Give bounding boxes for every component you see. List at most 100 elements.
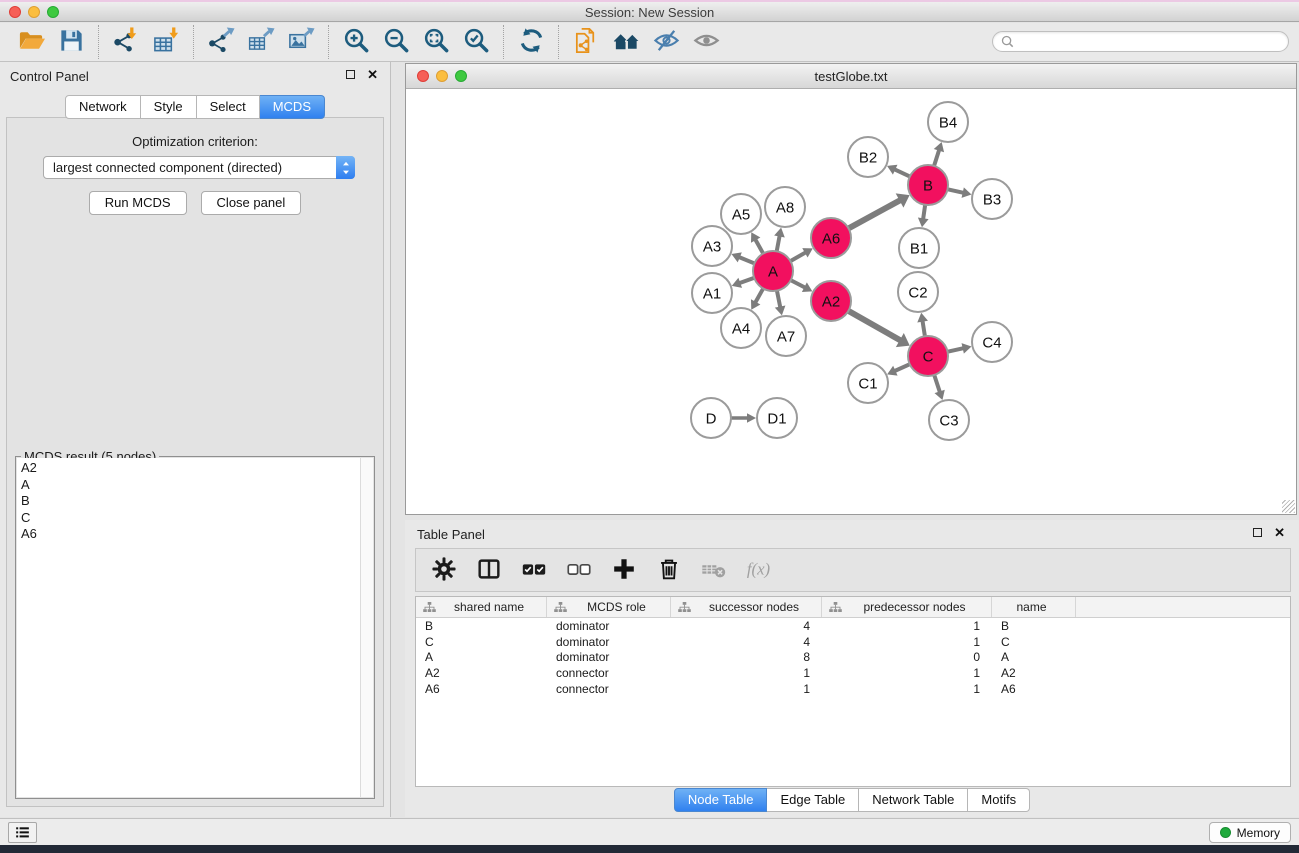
tab-select[interactable]: Select bbox=[197, 95, 260, 119]
resize-grip[interactable] bbox=[1282, 500, 1295, 513]
mcds-result-item[interactable]: A2 bbox=[21, 460, 373, 477]
graph-node-label: B2 bbox=[859, 149, 877, 166]
delete-column-button[interactable] bbox=[654, 555, 684, 585]
search-field[interactable] bbox=[992, 31, 1289, 52]
zoom-in-button[interactable] bbox=[336, 25, 376, 59]
criterion-value: largest connected component (directed) bbox=[44, 160, 336, 175]
table-row[interactable]: A2connector11A2 bbox=[416, 665, 1290, 681]
equation-builder-button: f(x) bbox=[744, 555, 774, 585]
toolbar-group bbox=[98, 25, 193, 59]
edge-A-A8[interactable] bbox=[777, 235, 780, 253]
mcds-result-list[interactable]: A2ABCA6 bbox=[17, 458, 373, 797]
zoom-fit-button[interactable] bbox=[416, 25, 456, 59]
network-canvas[interactable]: AA1A2A3A4A5A6A7A8BB1B2B3B4CC1C2C3C4DD1 bbox=[406, 89, 1296, 514]
edge-B-B4[interactable] bbox=[934, 149, 940, 167]
memory-button[interactable]: Memory bbox=[1209, 822, 1291, 843]
column-header-name[interactable]: name bbox=[992, 597, 1076, 617]
close-panel-button[interactable]: Close panel bbox=[201, 191, 302, 215]
table-row[interactable]: A6connector11A6 bbox=[416, 681, 1290, 697]
float-panel-icon[interactable] bbox=[346, 70, 355, 79]
column-header-successor-nodes[interactable]: successor nodes bbox=[671, 597, 822, 617]
edge-B-B1[interactable] bbox=[923, 204, 925, 220]
run-mcds-button[interactable]: Run MCDS bbox=[89, 191, 187, 215]
edge-C-C2[interactable] bbox=[922, 320, 925, 338]
tab-node-table[interactable]: Node Table bbox=[674, 788, 768, 812]
close-table-panel-icon[interactable]: ✕ bbox=[1274, 528, 1285, 537]
table-row[interactable]: Bdominator41B bbox=[416, 618, 1290, 634]
table-cell: A bbox=[416, 650, 547, 664]
tab-mcds[interactable]: MCDS bbox=[260, 95, 325, 119]
import-network-button[interactable] bbox=[106, 25, 146, 59]
edge-A-A7[interactable] bbox=[777, 290, 781, 309]
column-header-predecessor-nodes[interactable]: predecessor nodes bbox=[822, 597, 992, 617]
select-all-checkboxes-button[interactable] bbox=[519, 555, 549, 585]
network-from-file-icon bbox=[572, 26, 601, 58]
split-panel-button[interactable] bbox=[474, 555, 504, 585]
close-panel-icon[interactable]: ✕ bbox=[367, 70, 378, 79]
table-panel: Table Panel ✕ f(x) shared nameMCDS roles… bbox=[405, 520, 1299, 817]
zoom-out-button[interactable] bbox=[376, 25, 416, 59]
home-button[interactable] bbox=[606, 25, 646, 59]
export-image-button[interactable] bbox=[281, 25, 321, 59]
edge-C-C4[interactable] bbox=[947, 348, 965, 352]
home-icon bbox=[612, 26, 641, 58]
edge-A2-C[interactable] bbox=[848, 310, 902, 341]
search-input[interactable] bbox=[1018, 34, 1280, 49]
mcds-result-item[interactable]: B bbox=[21, 493, 373, 510]
scrollbar-track[interactable] bbox=[360, 458, 373, 797]
edge-A-A1[interactable] bbox=[738, 277, 755, 283]
mcds-result-item[interactable]: A6 bbox=[21, 526, 373, 543]
float-table-panel-icon[interactable] bbox=[1253, 528, 1262, 537]
edge-A-A2[interactable] bbox=[790, 280, 806, 288]
zoom-selected-button[interactable] bbox=[456, 25, 496, 59]
edge-C-C1[interactable] bbox=[894, 364, 911, 372]
hide-details-button[interactable] bbox=[646, 25, 686, 59]
show-details-button[interactable] bbox=[686, 25, 726, 59]
network-window-titlebar[interactable]: testGlobe.txt bbox=[406, 64, 1296, 89]
open-file-button[interactable] bbox=[11, 25, 51, 59]
edge-A-A3[interactable] bbox=[738, 257, 756, 264]
graph-node-label: A1 bbox=[703, 285, 721, 302]
import-network-icon bbox=[112, 26, 141, 58]
table-row[interactable]: Adominator80A bbox=[416, 650, 1290, 666]
network-from-file-button[interactable] bbox=[566, 25, 606, 59]
control-panel-tabs: NetworkStyleSelectMCDS bbox=[0, 95, 390, 119]
edge-B-B3[interactable] bbox=[947, 189, 965, 193]
graph-node-label: B3 bbox=[983, 191, 1001, 208]
add-column-button[interactable] bbox=[609, 555, 639, 585]
refresh-button[interactable] bbox=[511, 25, 551, 59]
edge-A6-B[interactable] bbox=[848, 200, 902, 229]
save-button[interactable] bbox=[51, 25, 91, 59]
column-header-mcds-role[interactable]: MCDS role bbox=[547, 597, 671, 617]
export-table-button[interactable] bbox=[241, 25, 281, 59]
tab-motifs[interactable]: Motifs bbox=[968, 788, 1030, 812]
table-cell: A2 bbox=[992, 666, 1076, 680]
table-cell: connector bbox=[547, 666, 671, 680]
network-view-window: testGlobe.txt AA1A2A3A4A5A6A7A8BB1B2B3B4… bbox=[405, 63, 1297, 515]
table-cell: connector bbox=[547, 682, 671, 696]
edge-A-A4[interactable] bbox=[755, 288, 764, 304]
edge-A-A5[interactable] bbox=[755, 238, 764, 254]
edge-C-C3[interactable] bbox=[934, 374, 940, 393]
edge-B-B2[interactable] bbox=[893, 169, 910, 177]
export-network-button[interactable] bbox=[201, 25, 241, 59]
tab-network[interactable]: Network bbox=[65, 95, 141, 119]
settings-button[interactable] bbox=[429, 555, 459, 585]
mcds-result-item[interactable]: C bbox=[21, 510, 373, 527]
table-row[interactable]: Cdominator41C bbox=[416, 634, 1290, 650]
table-cell: dominator bbox=[547, 619, 671, 633]
task-history-button[interactable] bbox=[8, 822, 37, 843]
deselect-all-checkboxes-button[interactable] bbox=[564, 555, 594, 585]
column-header-shared-name[interactable]: shared name bbox=[416, 597, 547, 617]
node-table: shared nameMCDS rolesuccessor nodesprede… bbox=[415, 596, 1291, 787]
arrowhead-icon bbox=[962, 187, 972, 198]
import-table-button[interactable] bbox=[146, 25, 186, 59]
tab-style[interactable]: Style bbox=[141, 95, 197, 119]
mcds-result-item[interactable]: A bbox=[21, 477, 373, 494]
tab-edge-table[interactable]: Edge Table bbox=[767, 788, 859, 812]
criterion-dropdown[interactable]: largest connected component (directed) bbox=[43, 156, 355, 179]
edge-A-A6[interactable] bbox=[790, 252, 807, 262]
table-tabs: Node TableEdge TableNetwork TableMotifs bbox=[674, 788, 1030, 812]
tab-network-table[interactable]: Network Table bbox=[859, 788, 968, 812]
graph-node-label: A5 bbox=[732, 206, 750, 223]
